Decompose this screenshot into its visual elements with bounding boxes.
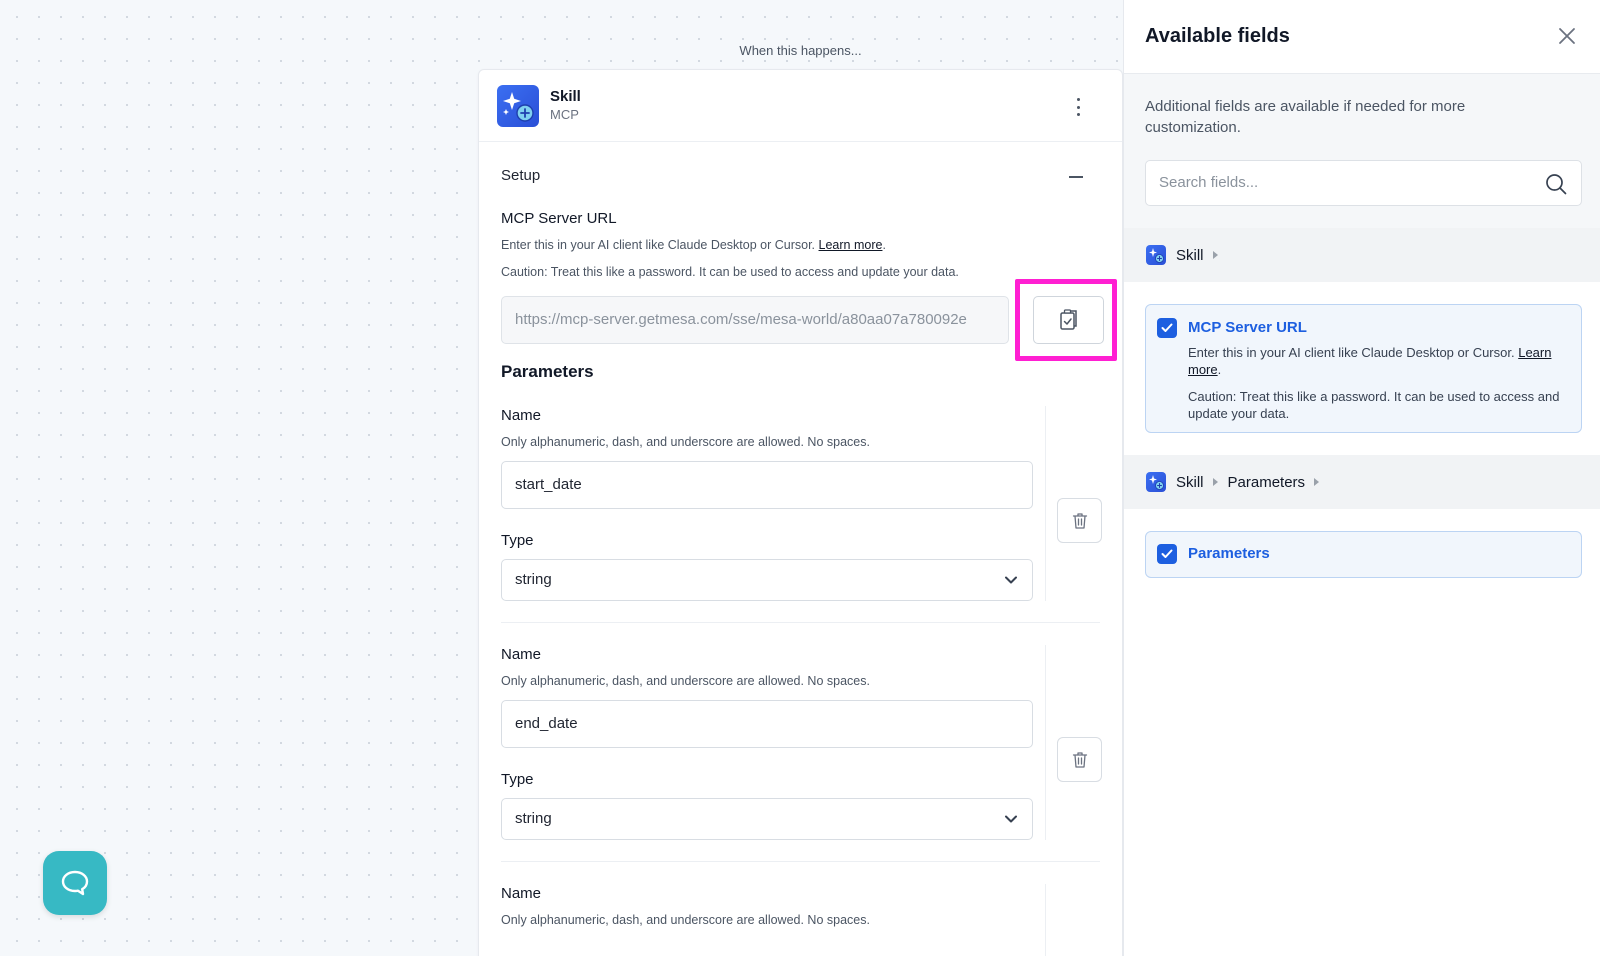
kebab-menu-icon[interactable] [1070, 98, 1086, 116]
setup-section-header[interactable]: Setup [501, 167, 1086, 187]
mcp-field-caution: Caution: Treat this like a password. It … [1188, 389, 1560, 421]
param2-delete-button[interactable] [1057, 737, 1102, 782]
mcp-url-field[interactable]: https://mcp-server.getmesa.com/sse/mesa-… [501, 296, 1009, 344]
param1-name-helper: Only alphanumeric, dash, and underscore … [501, 435, 870, 449]
parameters-heading: Parameters [501, 362, 594, 381]
learn-more-link[interactable]: Learn more [819, 238, 883, 252]
crumb-skill: Skill [1176, 246, 1204, 264]
param2-name-input[interactable]: end_date [501, 700, 1033, 748]
crumb-skill: Skill [1176, 473, 1204, 491]
field-parameters[interactable]: Parameters [1145, 531, 1582, 578]
close-icon[interactable] [1558, 27, 1576, 45]
mcp-url-caution: Caution: Treat this like a password. It … [501, 265, 959, 279]
parameters-field-checkbox[interactable] [1157, 544, 1177, 564]
skill-mini-icon [1146, 245, 1166, 265]
parameters-field-title: Parameters [1188, 545, 1270, 562]
trash-icon [1072, 751, 1087, 768]
step-header: Skill MCP [479, 70, 1122, 142]
group-skill-crumb[interactable]: Skill [1124, 228, 1600, 282]
param1-name-input[interactable]: start_date [501, 461, 1033, 509]
param2-name-helper: Only alphanumeric, dash, and underscore … [501, 674, 870, 688]
panel-title: Available fields [1145, 25, 1290, 47]
crumb-arrow-icon [1212, 478, 1218, 486]
skill-app-icon [497, 84, 539, 127]
step-subtitle: MCP [550, 107, 579, 122]
check-icon [1161, 323, 1173, 332]
panel-intro: Additional fields are available if neede… [1124, 74, 1600, 228]
check-icon [1161, 549, 1173, 558]
param1-type-select[interactable]: string [501, 559, 1033, 601]
clipboard-check-icon [1059, 309, 1077, 330]
trash-icon [1072, 512, 1087, 529]
param3-name-label: Name [501, 885, 542, 902]
chat-icon [61, 870, 89, 896]
crumb-arrow-icon [1212, 251, 1218, 259]
param1-name-label: Name [501, 407, 542, 424]
panel-intro-text: Additional fields are available if neede… [1145, 98, 1466, 136]
param1-type-label: Type [501, 532, 534, 549]
search-icon[interactable] [1544, 172, 1568, 196]
skill-mini-icon [1146, 472, 1166, 492]
chevron-down-icon [1005, 815, 1017, 823]
chat-launcher-button[interactable] [43, 851, 107, 915]
param3-name-helper: Only alphanumeric, dash, and underscore … [501, 913, 870, 927]
field-mcp-server-url[interactable]: MCP Server URL Enter this in your AI cli… [1145, 304, 1582, 433]
param2-type-label: Type [501, 771, 534, 788]
param1-divider [1045, 406, 1046, 601]
param1-delete-button[interactable] [1057, 498, 1102, 543]
trigger-caption: When this happens... [739, 43, 862, 58]
mcp-url-label: MCP Server URL [501, 210, 617, 227]
step-card: Skill MCP Setup MCP Server URL Enter thi… [478, 69, 1123, 956]
mcp-field-checkbox[interactable] [1157, 318, 1177, 338]
copy-url-button[interactable] [1033, 296, 1104, 344]
mcp-field-desc: Enter this in your AI client like Claude… [1188, 345, 1552, 377]
param2-divider [1045, 645, 1046, 840]
setup-label: Setup [501, 167, 541, 184]
param2-type-select[interactable]: string [501, 798, 1033, 840]
param-separator [501, 622, 1100, 623]
crumb-parameters: Parameters [1227, 473, 1306, 491]
group-skill-parameters-crumb[interactable]: Skill Parameters [1124, 455, 1600, 509]
param2-name-label: Name [501, 646, 542, 663]
sparkle-plus-icon [1149, 475, 1164, 490]
sparkle-plus-icon [1149, 248, 1164, 263]
mcp-url-helper: Enter this in your AI client like Claude… [501, 238, 886, 252]
sparkle-plus-icon [503, 91, 534, 122]
param3-divider [1045, 884, 1046, 956]
step-title: Skill [550, 88, 581, 105]
minus-icon[interactable] [1066, 167, 1086, 187]
crumb-arrow-icon [1314, 478, 1320, 486]
param-separator [501, 861, 1100, 862]
panel-header: Available fields [1124, 0, 1600, 74]
search-fields-input[interactable]: Search fields... [1145, 160, 1582, 206]
mcp-field-title: MCP Server URL [1188, 319, 1307, 336]
available-fields-panel: Available fields Additional fields are a… [1123, 0, 1600, 956]
chevron-down-icon [1005, 576, 1017, 584]
